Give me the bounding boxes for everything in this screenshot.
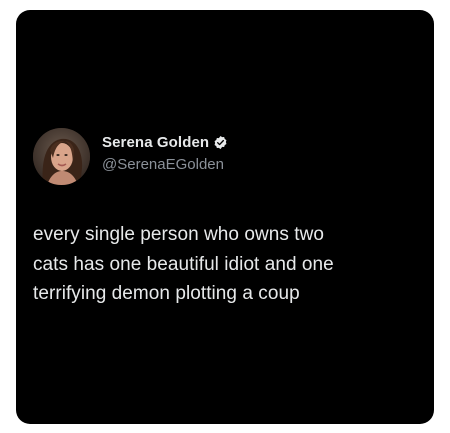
tweet-text: every single person who owns two cats ha… <box>33 220 423 309</box>
display-name-row: Serena Golden <box>102 133 228 152</box>
verified-badge-icon <box>213 135 228 150</box>
tweet-text-line: terrifying demon plotting a coup <box>33 283 300 304</box>
display-name[interactable]: Serena Golden <box>102 133 209 152</box>
tweet-text-line: cats has one beautiful idiot and one <box>33 253 334 275</box>
tweet-header: Serena Golden @SerenaEGolden <box>33 128 228 185</box>
avatar-photo-icon <box>33 128 90 185</box>
user-handle[interactable]: @SerenaEGolden <box>102 155 228 174</box>
tweet-card: Serena Golden @SerenaEGolden every singl… <box>16 10 434 424</box>
tweet-text-line: every single person who owns two <box>33 224 324 245</box>
author-names: Serena Golden @SerenaEGolden <box>102 133 228 174</box>
avatar[interactable] <box>33 128 90 185</box>
